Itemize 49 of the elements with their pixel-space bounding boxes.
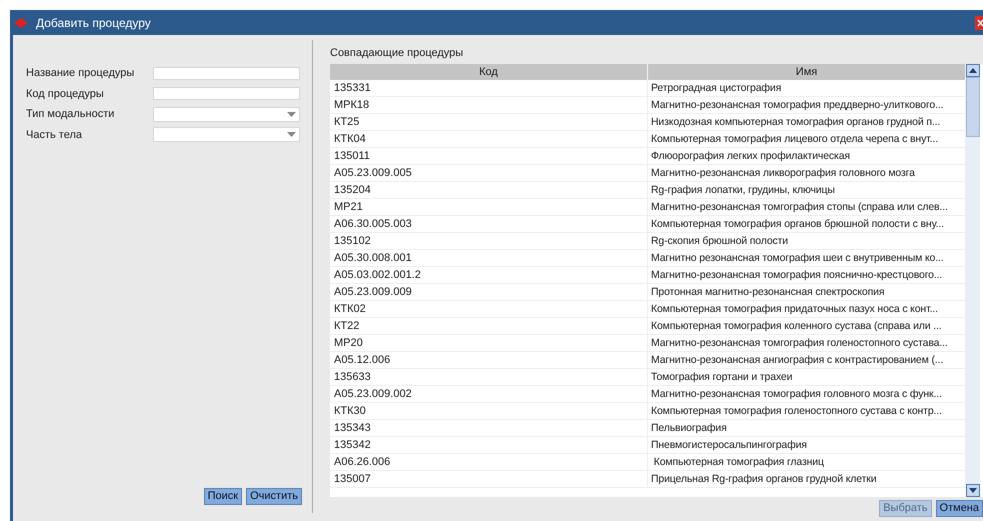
table-cell: A05.23.009.005 (330, 165, 648, 181)
scroll-up-button[interactable] (966, 64, 980, 77)
field-label: Тип модальности (26, 108, 116, 120)
input-field[interactable] (153, 87, 300, 100)
form-button[interactable]: Поиск (204, 488, 242, 505)
close-icon (977, 18, 983, 26)
table-cell: A05.03.002.001.2 (330, 267, 648, 283)
table-cell: КТК02 (330, 301, 648, 317)
dropdown-arrow-icon (287, 132, 296, 138)
table-cell: МРК18 (330, 97, 648, 113)
table-cell: A05.23.009.002 (330, 386, 648, 402)
field-label: Часть тела (26, 128, 83, 141)
field-label: Код процедуры (26, 88, 105, 100)
field-label: Название процедуры (26, 67, 136, 80)
up-arrow-icon (969, 68, 977, 73)
table-cell: КТК04 (330, 131, 648, 147)
table-cell: 135633 (330, 369, 648, 385)
table-cell: КТ25 (330, 114, 648, 130)
table-cell: 135102 (330, 233, 648, 249)
dialog-button[interactable]: Отмена (936, 500, 983, 517)
dropdown-field[interactable] (153, 106, 300, 122)
input-field[interactable] (153, 66, 300, 80)
table-cell: 135011 (330, 148, 648, 164)
table-cell: МР21 (330, 199, 648, 215)
table-cell: МР20 (330, 335, 648, 351)
form-button[interactable]: Очистить (246, 488, 302, 505)
table-cell: 135204 (330, 182, 648, 198)
table-cell: 135343 (330, 420, 648, 436)
dropdown-field[interactable] (153, 127, 300, 142)
close-button[interactable] (975, 16, 983, 30)
table-cell: 135007 (330, 471, 648, 487)
table-cell: 135331 (330, 80, 648, 96)
table-cell: КТК30 (330, 403, 648, 419)
table-cell: A05.30.008.001 (330, 250, 648, 266)
table-cell: A06.26.006 (330, 454, 648, 470)
table-cell: A06.30.005.003 (330, 216, 648, 232)
app-logo-icon (14, 18, 28, 28)
column-header[interactable]: Код (330, 64, 648, 80)
scrollbar-thumb[interactable] (966, 77, 980, 137)
scrollbar[interactable] (966, 64, 980, 497)
window-title: Добавить процедуру (36, 16, 151, 30)
scroll-down-button[interactable] (966, 484, 980, 497)
results-title: Совпадающие процедуры (330, 47, 464, 61)
table-cell: КТ22 (330, 318, 648, 334)
table-cell: A05.23.009.009 (330, 284, 648, 300)
table-cell: 135342 (330, 437, 648, 453)
dropdown-arrow-icon (287, 112, 296, 117)
down-arrow-icon (969, 488, 977, 493)
table-cell: A05.12.006 (330, 352, 648, 368)
